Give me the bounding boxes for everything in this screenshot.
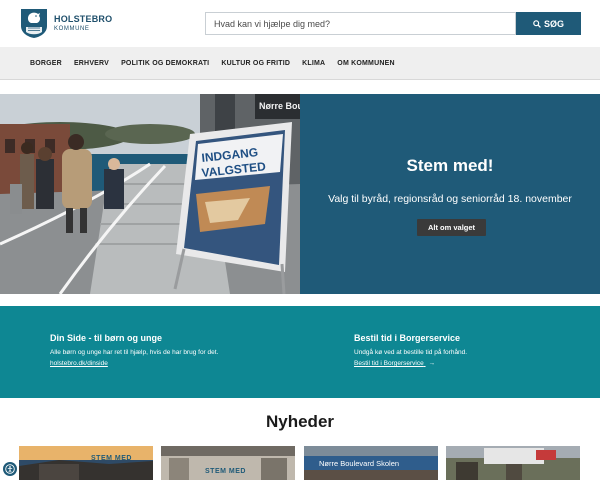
building-sign-text: Nørre Boule [259,101,300,111]
arrow-right-icon: → [428,360,436,367]
din-side-section: Din Side - til børn og unge Alle børn og… [50,333,218,367]
nav-item-om-kommunen[interactable]: OM KOMMUNEN [337,60,394,67]
news-card-4-image [446,446,580,480]
search-icon [533,19,541,28]
news-card-3-image: Nørre Boulevard Skolen [304,446,438,480]
all-about-election-button[interactable]: Alt om valget [417,219,486,236]
nav-item-klima[interactable]: KLIMA [302,60,325,67]
din-side-text: Alle børn og unge har ret til hjælp, hvi… [50,349,219,356]
news-card-4[interactable] [446,446,580,480]
news-card-1-image [19,446,153,480]
accessibility-icon [5,464,15,474]
din-side-link[interactable]: holstebro.dk/dinside [50,360,218,367]
news-card-2[interactable]: STEM MED [161,446,295,480]
hero-title: Stem med! [406,156,494,175]
borgerservice-link-label: Bestil tid i Borgerservice [354,360,424,367]
search-button[interactable]: SØG [516,12,581,35]
din-side-title: Din Side - til børn og unge [50,333,162,343]
holstebro-crest-icon [21,9,47,38]
accessibility-button[interactable] [3,462,17,476]
hero-subtitle: Valg til byråd, regionsråd og seniorråd … [328,193,572,205]
borgerservice-title: Bestil tid i Borgerservice [354,333,461,343]
main-navigation: BORGER ERHVERV POLITIK OG DEMOKRATI KULT… [0,47,600,80]
news-card-3[interactable]: Nørre Boulevard Skolen [304,446,438,480]
logo-subtitle: KOMMUNE [54,26,90,32]
nav-item-kultur-og-fritid[interactable]: KULTUR OG FRITID [221,60,290,67]
news-heading: Nyheder [265,412,335,431]
logo-name: HOLSTEBRO [54,14,113,24]
search-input[interactable] [205,12,516,35]
borgerservice-section: Bestil tid i Borgerservice Undgå kø ved … [354,333,467,367]
news-card-2-badge: STEM MED [205,468,246,475]
news-card-1-badge: STEM MED [91,455,132,462]
news-card-3-sign: Nørre Boulevard Skolen [319,459,399,468]
search-button-label: SØG [543,18,564,29]
info-band: Din Side - til børn og unge Alle børn og… [0,306,600,398]
logo-link[interactable]: HOLSTEBRO KOMMUNE [20,8,112,39]
site-header: HOLSTEBRO KOMMUNE SØG [0,0,600,47]
borgerservice-text: Undgå kø ved at bestille tid på forhånd. [354,349,468,356]
borgerservice-link[interactable]: Bestil tid i Borgerservice → [354,360,467,367]
nav-item-borger[interactable]: BORGER [30,60,62,67]
nav-item-politik-og-demokrati[interactable]: POLITIK OG DEMOKRATI [121,60,209,67]
nav-item-erhverv[interactable]: ERHVERV [74,60,109,67]
hero-photo: Nørre Boule [0,94,300,294]
hero-banner: Nørre Boule [0,94,600,294]
news-card-1[interactable]: STEM MED [19,446,153,480]
